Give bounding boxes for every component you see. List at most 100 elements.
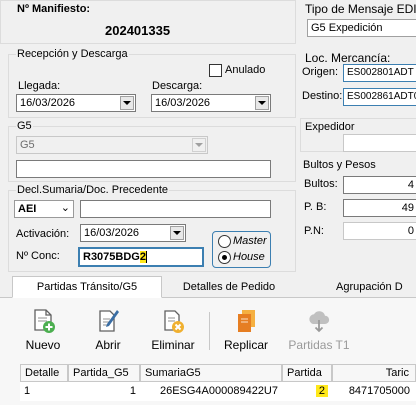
descarga-date-field[interactable]: 16/03/2026 [151, 94, 271, 112]
pn-field[interactable]: 0 [343, 222, 416, 240]
col-header-partida[interactable]: Partida [282, 364, 332, 382]
g5-select-value: G5 [20, 139, 35, 151]
col-header-partida-g5[interactable]: Partida_G5 [68, 364, 140, 382]
col-header-sumaria-g5[interactable]: SumariaG5 [140, 364, 282, 382]
origen-value: ES002801ADT [347, 67, 414, 78]
anulado-checkbox[interactable] [209, 64, 222, 77]
decl-type-select[interactable]: AEI ⌄ [14, 200, 74, 218]
master-radio[interactable] [218, 235, 231, 248]
master-label: Master [233, 235, 267, 247]
col-header-detalle[interactable]: Detalle [20, 364, 68, 382]
col-header-label: Taric [385, 367, 409, 379]
cell-value: 8471705000 [348, 385, 410, 397]
activation-date-field[interactable]: 16/03/2026 [80, 224, 186, 242]
descarga-label: Descarga: [152, 80, 203, 92]
destino-label: Destino: [302, 90, 343, 102]
nuevo-label: Nuevo [25, 338, 61, 352]
expedidor-field[interactable] [343, 134, 416, 152]
loc-title: Loc. Mercancía: [305, 51, 391, 65]
pb-value: 49 [401, 202, 414, 214]
activation-label: Activación: [16, 228, 70, 240]
cell-value: 1 [24, 385, 31, 397]
origen-label: Origen: [302, 66, 339, 78]
col-header-taric[interactable]: Taric [332, 364, 416, 382]
cell-value: 2 [315, 385, 328, 397]
descarga-date-value: 16/03/2026 [155, 97, 211, 109]
partidas-t1-label: Partidas T1 [288, 338, 350, 352]
house-label: House [233, 251, 265, 263]
col-header-label: Detalle [25, 367, 60, 379]
tab-label: Partidas Tránsito/G5 [36, 281, 138, 293]
activation-date-value: 16/03/2026 [84, 227, 140, 239]
g5-select[interactable]: G5 [16, 136, 208, 154]
cell-value: 1 [129, 385, 136, 397]
replicar-label: Replicar [223, 338, 268, 352]
pb-label: P. B: [304, 201, 327, 213]
tab-detalles-pedido[interactable]: Detalles de Pedido [168, 276, 290, 298]
anulado-label: Anulado [225, 64, 266, 76]
house-radio[interactable] [218, 251, 231, 264]
replicar-button[interactable]: Replicar [216, 308, 276, 352]
partidas-t1-button[interactable]: Partidas T1 [282, 308, 356, 352]
col-header-label: SumariaG5 [145, 367, 201, 379]
tab-label: Detalles de Pedido [182, 281, 276, 293]
calendar-dropdown-icon[interactable] [255, 96, 269, 110]
reception-title: Recepción y Descarga [16, 48, 129, 60]
cell-partida[interactable]: 2 [282, 382, 332, 401]
eliminar-button[interactable]: Eliminar [143, 308, 203, 352]
abrir-button[interactable]: Abrir [78, 308, 138, 352]
g5-title: G5 [16, 120, 33, 132]
toolbar-separator [209, 312, 210, 350]
cell-value: 26ESG4A000089422U7 [159, 385, 278, 397]
manifest-panel: Nº Manifiesto: 202401335 [0, 0, 296, 44]
col-header-label: Partida [287, 367, 322, 379]
decl-type-value: AEI [18, 203, 37, 215]
conc-label: Nº Conc: [16, 250, 60, 262]
destino-field[interactable]: ES002861ADT0 [343, 88, 416, 106]
text-caret [145, 251, 147, 264]
llegada-label: Llegada: [18, 80, 61, 92]
pn-value: 0 [407, 225, 414, 237]
llegada-date-value: 16/03/2026 [20, 97, 76, 109]
chevron-down-icon[interactable] [192, 138, 206, 152]
cell-partida-g5[interactable]: 1 [68, 382, 140, 401]
destino-value: ES002861ADT0 [347, 91, 416, 102]
manifest-label: Nº Manifiesto: [17, 3, 91, 15]
edi-select[interactable]: G5 Expedición [307, 19, 416, 37]
g5-text-field[interactable] [16, 160, 271, 178]
decl-doc-field[interactable] [80, 200, 271, 218]
edit-doc-icon [95, 308, 121, 334]
cell-sumaria-g5[interactable]: 26ESG4A000089422U7 [140, 382, 282, 401]
bultos-value: 4 [407, 179, 414, 191]
replicate-icon [233, 308, 259, 334]
calendar-dropdown-icon[interactable] [170, 226, 184, 240]
cell-detalle[interactable]: 1 [20, 382, 68, 401]
edi-title: Tipo de Mensaje EDI [305, 2, 416, 16]
tab-partidas-transito[interactable]: Partidas Tránsito/G5 [12, 276, 162, 298]
nuevo-button[interactable]: Nuevo [13, 308, 73, 352]
manifest-number: 202401335 [105, 23, 171, 38]
conc-value-prefix: R3075BDG [83, 251, 140, 263]
pb-field[interactable]: 49 [343, 199, 416, 217]
bultos-field[interactable]: 4 [343, 176, 416, 194]
cell-taric[interactable]: 8471705000 [332, 382, 416, 401]
bultos-label: Bultos: [304, 178, 338, 190]
cloud-download-icon [306, 308, 332, 334]
tab-label: Agrupación D [336, 281, 403, 293]
conc-field[interactable]: R3075BDG2 [78, 247, 204, 267]
new-doc-icon [30, 308, 56, 334]
delete-doc-icon [160, 308, 186, 334]
decl-title: Decl.Sumaria/Doc. Precedente [16, 184, 170, 196]
calendar-dropdown-icon[interactable] [120, 96, 134, 110]
eliminar-label: Eliminar [151, 338, 195, 352]
tab-agrupacion[interactable]: Agrupación D [336, 276, 416, 298]
chevron-down-icon[interactable]: ⌄ [61, 201, 70, 216]
bultos-title: Bultos y Pesos [303, 159, 376, 171]
abrir-label: Abrir [95, 338, 121, 352]
origen-field[interactable]: ES002801ADT [343, 64, 416, 82]
llegada-date-field[interactable]: 16/03/2026 [16, 94, 136, 112]
edi-value: G5 Expedición [311, 22, 383, 34]
col-header-label: Partida_G5 [73, 367, 129, 379]
pn-label: P.N: [304, 225, 324, 237]
expedidor-label: Expedidor [305, 121, 355, 133]
